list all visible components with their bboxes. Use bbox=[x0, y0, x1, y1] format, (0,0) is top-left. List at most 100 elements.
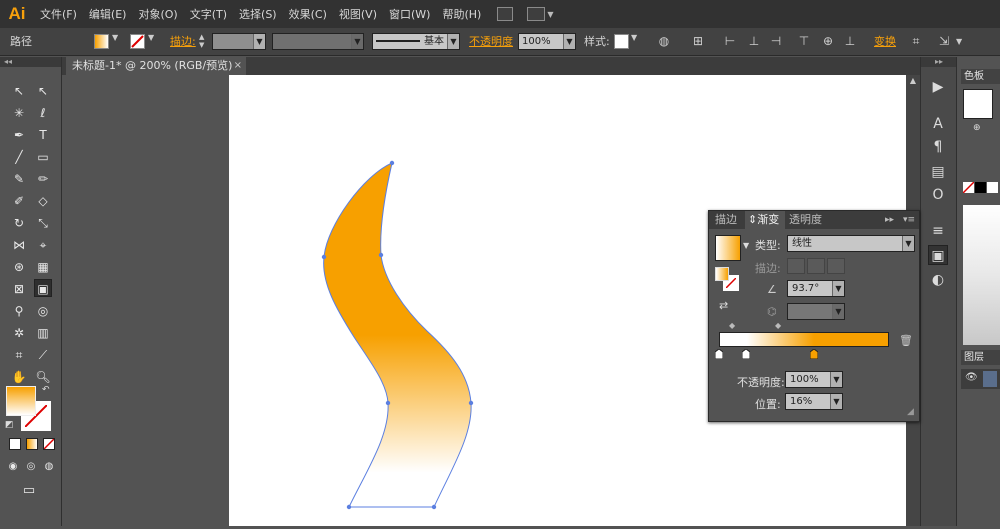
slice-tool-icon[interactable]: ⟋ bbox=[34, 346, 52, 364]
eye-icon[interactable]: 👁︎ bbox=[965, 372, 978, 383]
anchor-point[interactable] bbox=[385, 400, 391, 406]
anchor-point[interactable] bbox=[321, 254, 327, 260]
gradient-preview-swatch[interactable] bbox=[715, 235, 741, 261]
gamut-warning-icon[interactable]: ⊕ bbox=[973, 123, 981, 133]
eraser-tool-icon[interactable]: ◇ bbox=[34, 192, 52, 210]
anchor-point[interactable] bbox=[378, 252, 384, 258]
tab-gradient[interactable]: ⇕渐变 bbox=[745, 211, 785, 229]
gradient-ramp[interactable] bbox=[719, 332, 889, 347]
stop-opacity-dropdown[interactable]: 100% ▼ bbox=[785, 371, 843, 388]
layers-tab[interactable]: 图层 bbox=[961, 350, 1000, 365]
align-middle-icon[interactable]: ⊕ bbox=[820, 33, 836, 50]
chevron-down-icon[interactable]: ▼ bbox=[743, 241, 749, 250]
color-mode-icon[interactable] bbox=[9, 438, 21, 450]
symbol-sprayer-tool-icon[interactable]: ✲ bbox=[10, 324, 28, 342]
blend-tool-icon[interactable]: ◎ bbox=[34, 302, 52, 320]
perspective-grid-tool-icon[interactable]: ▦ bbox=[34, 258, 52, 276]
transparency-panel-icon[interactable]: ◐ bbox=[928, 270, 948, 290]
selection-tool-icon[interactable]: ↖ bbox=[10, 82, 28, 100]
draw-behind-icon[interactable]: ◎ bbox=[24, 458, 38, 476]
close-icon[interactable]: × bbox=[234, 57, 242, 75]
anchor-point[interactable] bbox=[346, 504, 352, 510]
select-similar-icon[interactable]: ⊞ bbox=[690, 33, 706, 50]
scroll-up-icon[interactable]: ▲ bbox=[906, 75, 920, 87]
screen-mode-icon[interactable]: ▭ bbox=[20, 482, 38, 500]
panel-options-icon[interactable]: ⇲ bbox=[936, 33, 952, 50]
paintbrush-tool-icon[interactable]: ✎ bbox=[10, 170, 28, 188]
menu-window[interactable]: 窗口(W) bbox=[383, 6, 436, 22]
menu-edit[interactable]: 编辑(E) bbox=[83, 6, 133, 22]
align-left-icon[interactable]: ⊢ bbox=[722, 33, 738, 50]
mesh-tool-icon[interactable]: ⊠ bbox=[10, 280, 28, 298]
stroke-weight-dropdown[interactable]: ▼ bbox=[212, 33, 266, 50]
line-tool-icon[interactable]: ╱ bbox=[10, 148, 28, 166]
brush-definition-dropdown[interactable]: 基本 ▼ bbox=[372, 33, 460, 50]
eyedropper-tool-icon[interactable]: ⚲ bbox=[10, 302, 28, 320]
stroke-panel-icon[interactable]: ≡ bbox=[928, 221, 948, 241]
play-icon[interactable]: ▶ bbox=[928, 77, 948, 97]
stroke-across-icon[interactable] bbox=[827, 258, 845, 274]
menu-view[interactable]: 视图(V) bbox=[333, 6, 383, 22]
fill-swatch[interactable]: ▼ bbox=[94, 33, 122, 50]
menu-effect[interactable]: 效果(C) bbox=[283, 6, 333, 22]
draw-normal-icon[interactable]: ◉ bbox=[6, 458, 20, 476]
gradient-panel-icon[interactable]: ▣ bbox=[928, 245, 948, 265]
swatches-tab[interactable]: 色板 bbox=[961, 69, 1000, 84]
align-panel-icon[interactable]: ▤ bbox=[928, 162, 948, 182]
draw-inside-icon[interactable]: ◍ bbox=[42, 458, 56, 476]
gradient-tool-icon[interactable]: ▣ bbox=[34, 279, 52, 297]
tab-stroke[interactable]: 描边 bbox=[715, 211, 737, 229]
recolor-icon[interactable]: ◍ bbox=[656, 33, 672, 50]
gradient-mode-icon[interactable] bbox=[26, 438, 38, 450]
lasso-tool-icon[interactable]: ℓ bbox=[34, 104, 52, 122]
anchor-point[interactable] bbox=[431, 504, 437, 510]
align-top-icon[interactable]: ⊤ bbox=[796, 33, 812, 50]
transform-link[interactable]: 变换 bbox=[874, 33, 896, 50]
location-dropdown[interactable]: 16% ▼ bbox=[785, 393, 843, 410]
graphic-style-swatch[interactable]: ▼ bbox=[614, 33, 640, 50]
menu-object[interactable]: 对象(O) bbox=[132, 6, 183, 22]
color-spectrum[interactable] bbox=[963, 205, 1000, 345]
none-swatch[interactable] bbox=[963, 182, 974, 193]
chevron-down-icon[interactable]: ▼ bbox=[956, 33, 962, 50]
stroke-within-icon[interactable] bbox=[787, 258, 805, 274]
blob-brush-tool-icon[interactable]: ✐ bbox=[10, 192, 28, 210]
column-graph-tool-icon[interactable]: ▥ bbox=[34, 324, 52, 342]
angle-dropdown[interactable]: 93.7° ▼ bbox=[787, 280, 845, 297]
black-swatch[interactable] bbox=[975, 182, 986, 193]
panel-menu-icon[interactable]: ▾≡ bbox=[903, 211, 915, 229]
gradient-stop-2[interactable] bbox=[741, 348, 751, 360]
hand-tool-icon[interactable]: ✋ bbox=[10, 368, 28, 386]
delete-stop-icon[interactable]: 🗑︎ bbox=[899, 334, 913, 347]
menu-help[interactable]: 帮助(H) bbox=[436, 6, 487, 22]
dock-header[interactable]: ▸▸ bbox=[921, 57, 957, 67]
magic-wand-tool-icon[interactable]: ✳ bbox=[10, 104, 28, 122]
align-bottom-icon[interactable]: ⊥ bbox=[842, 33, 858, 50]
gradient-type-dropdown[interactable]: 线性 ▼ bbox=[787, 235, 915, 252]
artboard-tool-icon[interactable]: ⌗ bbox=[10, 346, 28, 364]
swap-arrow-icon[interactable]: ↶ bbox=[42, 385, 50, 395]
chevron-down-icon[interactable]: ▼ bbox=[547, 10, 553, 19]
stroke-weight-stepper[interactable]: ▲ ▼ bbox=[199, 33, 211, 50]
s-curve-shape[interactable] bbox=[323, 162, 472, 508]
pen-tool-icon[interactable]: ✒ bbox=[10, 126, 28, 144]
none-mode-icon[interactable] bbox=[43, 438, 55, 450]
document-tab[interactable]: 未标题-1* @ 200% (RGB/预览) × bbox=[66, 57, 246, 75]
stroke-swatch[interactable]: ▼ bbox=[130, 33, 158, 50]
rectangle-tool-icon[interactable]: ▭ bbox=[34, 148, 52, 166]
isolate-icon[interactable]: ⌗ bbox=[908, 33, 924, 50]
aspect-ratio-dropdown[interactable]: ▼ bbox=[787, 303, 845, 320]
gradient-stop-3[interactable] bbox=[809, 348, 819, 360]
shape-builder-tool-icon[interactable]: ⊛ bbox=[10, 258, 28, 276]
arrange-documents-icon[interactable] bbox=[527, 7, 546, 21]
rotate-tool-icon[interactable]: ↻ bbox=[10, 214, 28, 232]
menu-type[interactable]: 文字(T) bbox=[184, 6, 233, 22]
white-swatch[interactable] bbox=[987, 182, 998, 193]
tools-panel-header[interactable]: ◂◂ bbox=[0, 57, 61, 67]
stroke-label[interactable]: 描边: bbox=[170, 33, 196, 50]
opacity-label[interactable]: 不透明度 bbox=[469, 33, 513, 50]
midpoint-marker-1[interactable]: ◆ bbox=[729, 321, 735, 330]
tab-transparency[interactable]: 透明度 bbox=[789, 211, 822, 229]
menu-file[interactable]: 文件(F) bbox=[34, 6, 83, 22]
align-right-icon[interactable]: ⊣ bbox=[768, 33, 784, 50]
